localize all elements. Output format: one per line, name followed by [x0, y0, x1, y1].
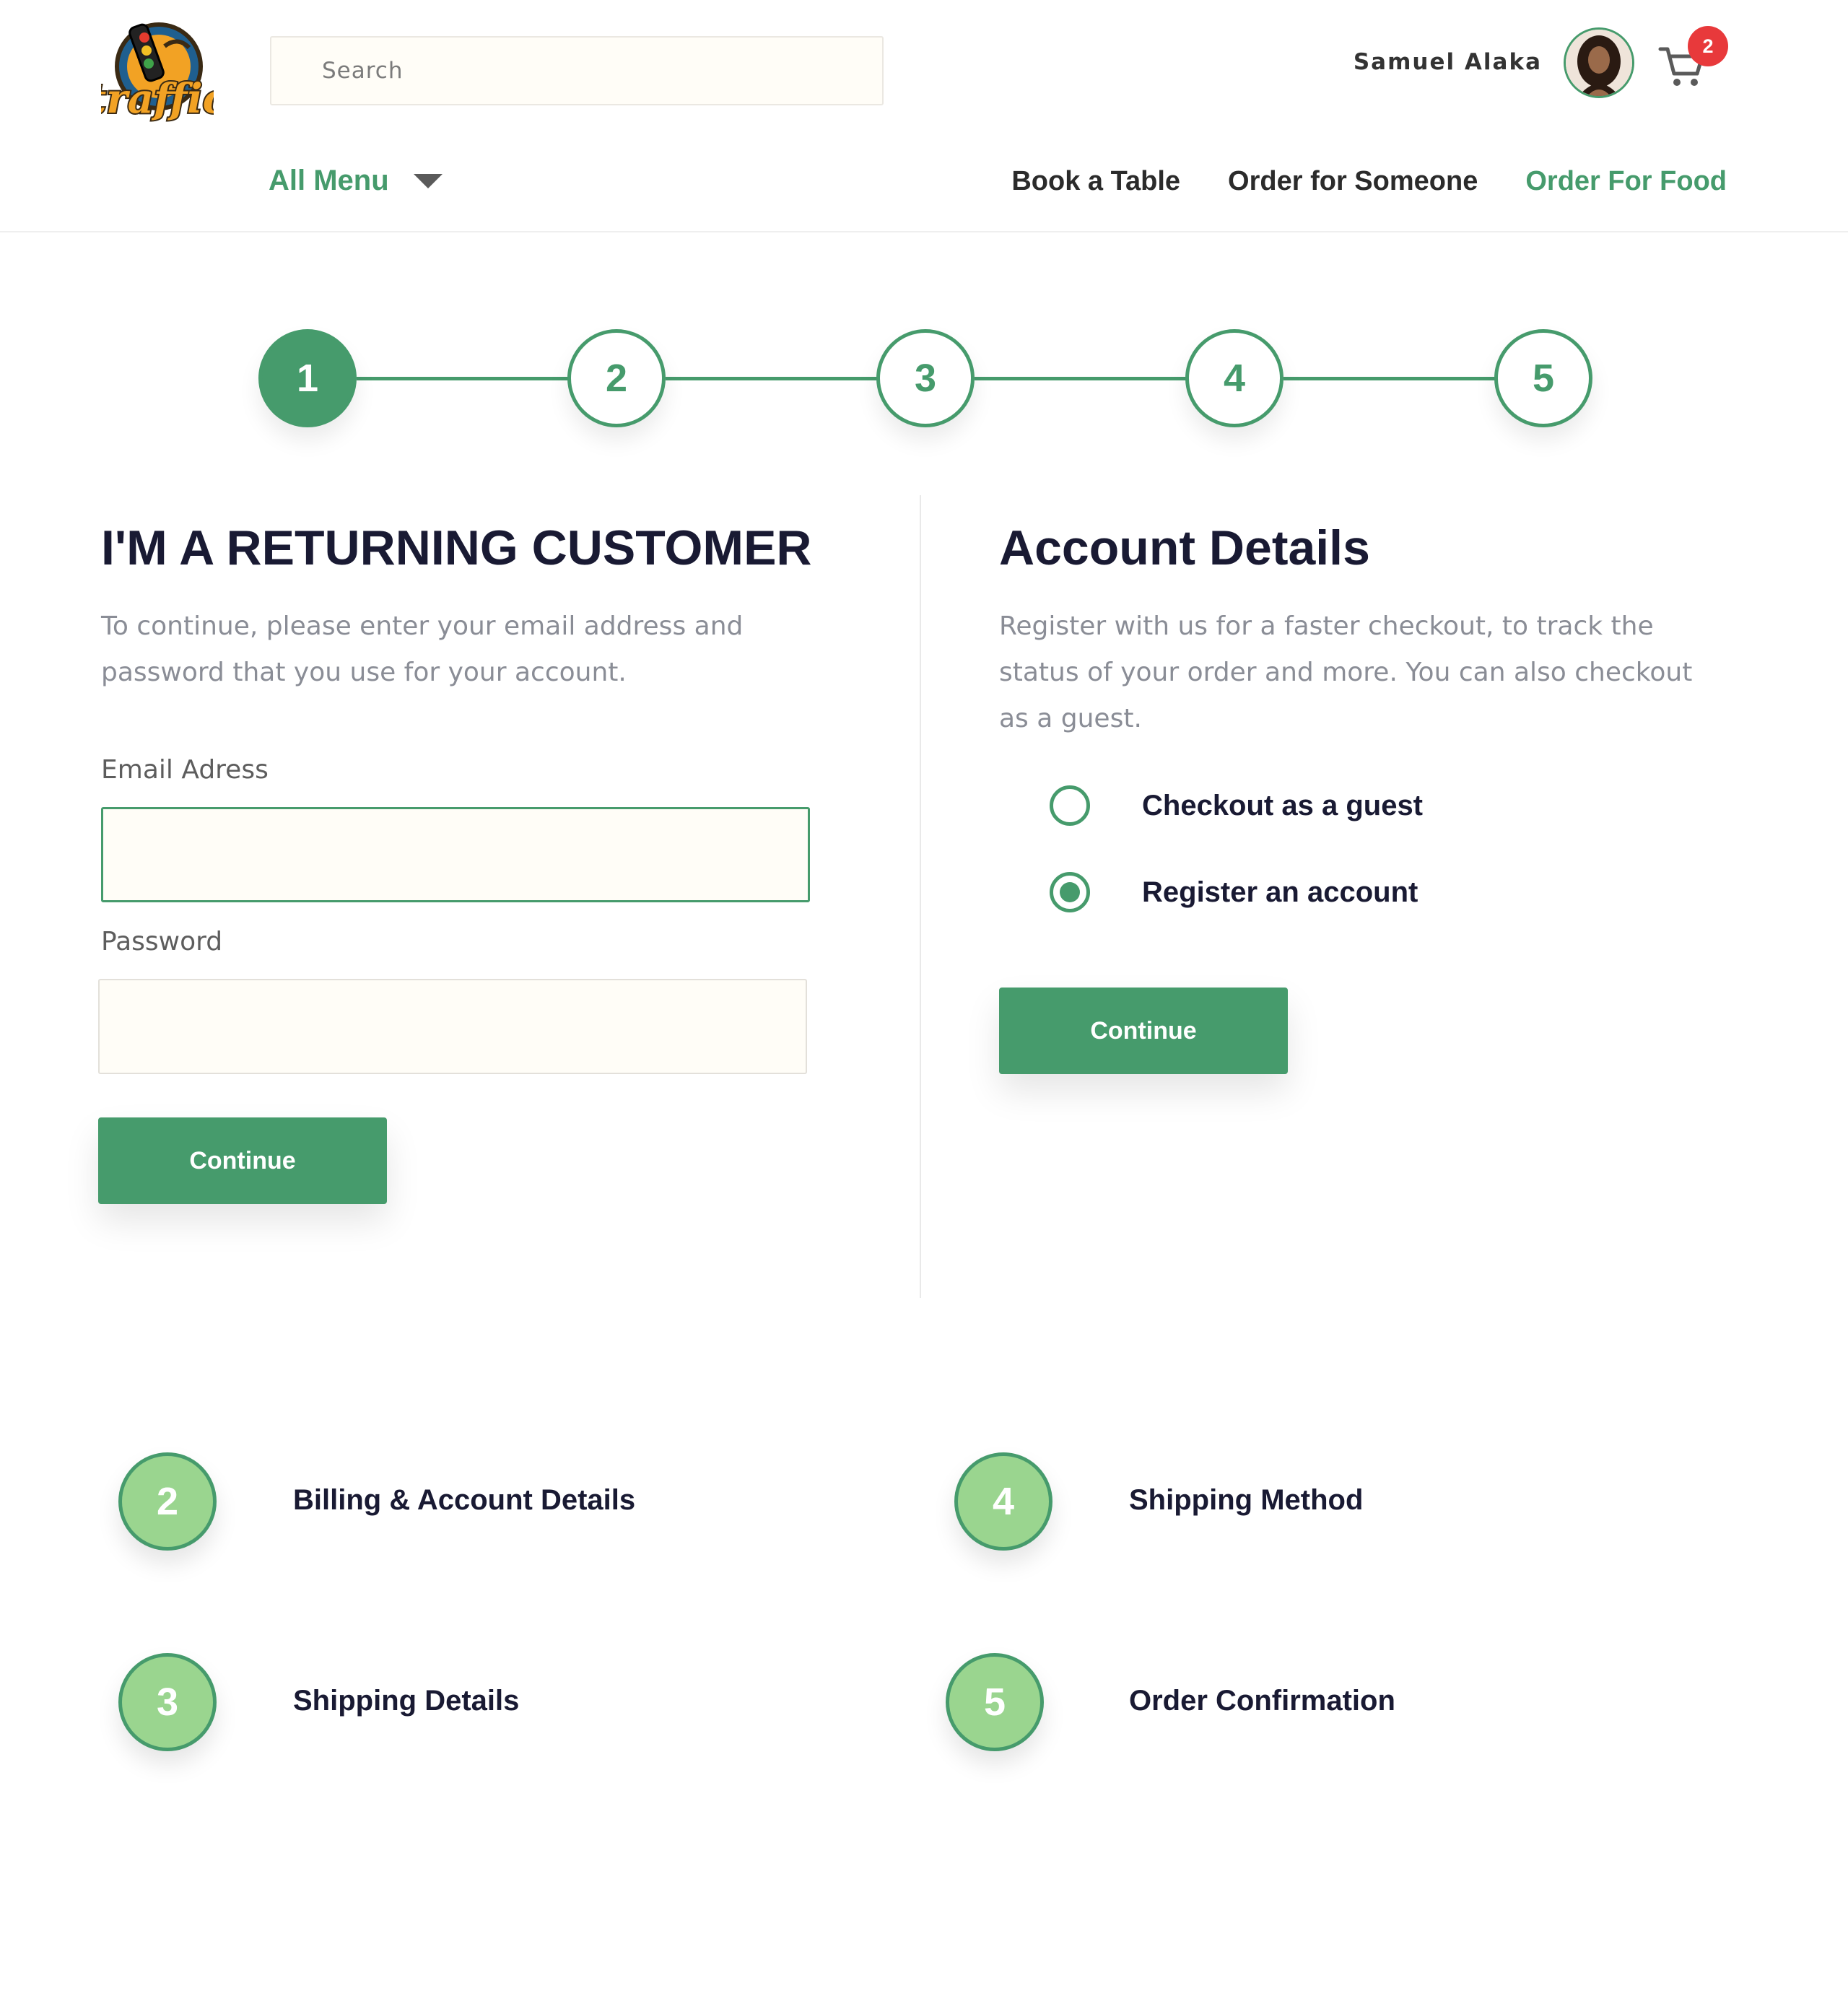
account-details-title: Account Details	[999, 520, 1370, 575]
account-continue-button[interactable]: Continue	[999, 988, 1288, 1074]
list-item[interactable]: 4	[954, 1452, 1052, 1551]
step-number-badge: 2	[118, 1452, 217, 1551]
list-item-label: Order Confirmation	[1129, 1685, 1395, 1717]
step-connector	[357, 377, 569, 380]
step-4[interactable]: 4	[1185, 329, 1283, 427]
cart-count-badge: 2	[1688, 26, 1728, 66]
password-label: Password	[101, 927, 223, 956]
list-item[interactable]: 2	[118, 1452, 217, 1551]
account-details-description: Register with us for a faster checkout, …	[999, 611, 1693, 733]
step-5[interactable]: 5	[1494, 329, 1592, 427]
list-item-label: Shipping Details	[293, 1685, 520, 1717]
column-divider	[920, 495, 921, 1298]
list-item-label: Billing & Account Details	[293, 1484, 636, 1516]
radio-register[interactable]	[1050, 872, 1090, 912]
list-item[interactable]: 3	[118, 1653, 217, 1751]
option-checkout-as-guest[interactable]: Checkout as a guest	[1050, 785, 1423, 826]
email-field-wrapper	[101, 807, 810, 902]
option-register-account[interactable]: Register an account	[1050, 872, 1418, 912]
step-number-badge: 3	[118, 1653, 217, 1751]
user-name[interactable]: Samuel Alaka	[1354, 49, 1542, 75]
nav-book-a-table[interactable]: Book a Table	[1011, 166, 1180, 197]
step-2[interactable]: 2	[567, 329, 666, 427]
nav-order-for-someone[interactable]: Order for Someone	[1228, 166, 1478, 197]
avatar[interactable]	[1564, 27, 1634, 98]
checkout-stepper: 1 2 3 4 5	[0, 329, 1848, 427]
site-header: traffic Samuel Alaka 2 All Menu Book a T…	[0, 0, 1848, 232]
returning-customer-title: I'M A RETURNING CUSTOMER	[101, 520, 812, 575]
step-connector	[666, 377, 878, 380]
all-menu-dropdown[interactable]: All Menu	[269, 165, 443, 197]
all-menu-label: All Menu	[269, 165, 389, 196]
radio-register-label: Register an account	[1142, 876, 1418, 908]
step-number-badge: 5	[946, 1653, 1044, 1751]
list-item[interactable]: 5	[946, 1653, 1044, 1751]
password-field[interactable]	[100, 980, 806, 1073]
step-3[interactable]: 3	[876, 329, 975, 427]
radio-guest[interactable]	[1050, 785, 1090, 826]
nav-order-for-food[interactable]: Order For Food	[1525, 166, 1727, 197]
step-connector	[975, 377, 1187, 380]
step-connector	[1283, 377, 1496, 380]
step-number-badge: 4	[954, 1452, 1052, 1551]
step-1[interactable]: 1	[258, 329, 357, 427]
returning-continue-button[interactable]: Continue	[98, 1117, 387, 1204]
list-item-label: Shipping Method	[1129, 1484, 1364, 1516]
password-field-wrapper	[98, 979, 807, 1074]
avatar-image	[1566, 30, 1632, 96]
email-field[interactable]	[103, 809, 808, 900]
search-box	[270, 36, 884, 105]
svg-text:traffic: traffic	[101, 75, 214, 123]
returning-customer-description: To continue, please enter your email add…	[101, 611, 744, 687]
radio-guest-label: Checkout as a guest	[1142, 789, 1424, 821]
chevron-down-icon	[413, 173, 443, 188]
search-input[interactable]	[271, 38, 882, 104]
traffic-logo[interactable]: traffic	[101, 19, 214, 127]
main-nav: Book a Table Order for Someone Order For…	[1011, 166, 1727, 197]
email-label: Email Adress	[101, 755, 269, 785]
